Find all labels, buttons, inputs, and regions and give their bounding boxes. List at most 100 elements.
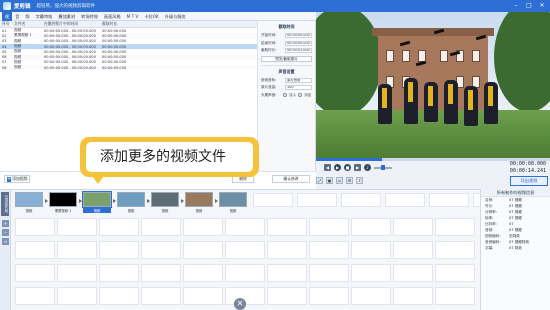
video-preview[interactable] — [316, 12, 550, 158]
stop-icon[interactable]: ■ — [344, 164, 351, 171]
volume-icon[interactable]: ♪ — [364, 164, 371, 171]
col-time[interactable]: 在最终影片中的时间 — [42, 21, 100, 27]
snapshot-icon[interactable]: ▣ — [326, 177, 333, 184]
empty-slot[interactable] — [99, 264, 139, 282]
empty-slot[interactable] — [225, 241, 265, 259]
menu-tab[interactable]: 频 — [22, 12, 32, 21]
next-frame-icon[interactable]: ▶ — [354, 164, 361, 171]
menu-tab[interactable]: 音 — [12, 12, 22, 21]
empty-slot[interactable] — [267, 287, 307, 305]
preview-trim-button[interactable]: 预览/截取原片 — [261, 55, 312, 62]
empty-slot[interactable] — [141, 218, 181, 236]
empty-slot[interactable] — [99, 241, 139, 259]
empty-slot[interactable] — [309, 264, 349, 282]
close-icon[interactable]: ✕ — [538, 2, 546, 10]
col-filename[interactable]: 文件名 — [12, 21, 42, 27]
prev-frame-icon[interactable]: ◀ — [324, 164, 331, 171]
empty-slot[interactable] — [351, 241, 391, 259]
empty-slot[interactable] — [351, 287, 391, 305]
empty-slot[interactable] — [99, 287, 139, 305]
empty-slot[interactable] — [57, 287, 97, 305]
empty-slot[interactable] — [351, 218, 391, 236]
folder-icon[interactable]: ▭ — [336, 177, 343, 184]
add-video-button[interactable]: + 添加视频 — [4, 175, 30, 183]
col-index[interactable]: 序号 — [0, 21, 12, 27]
empty-slot[interactable] — [267, 241, 307, 259]
empty-slot[interactable] — [15, 241, 55, 259]
trim-duration-field[interactable]: 00:00:01.000 — [285, 48, 312, 54]
empty-slot[interactable] — [435, 241, 475, 259]
empty-slot[interactable] — [225, 218, 265, 236]
fullscreen-icon[interactable]: ⤢ — [316, 177, 323, 184]
empty-slot[interactable] — [435, 264, 475, 282]
empty-slot[interactable] — [393, 287, 433, 305]
audio-track-select[interactable]: 原片音轨 — [285, 77, 312, 83]
timeline-track-area[interactable]: 视频 黑屏视频 1 视频 视频 视频 视频 视频 — [13, 190, 513, 310]
start-time-field[interactable]: 00:00:00.000 — [285, 33, 312, 39]
empty-slot[interactable] — [141, 264, 181, 282]
empty-slot[interactable] — [393, 218, 433, 236]
empty-slot[interactable] — [393, 264, 433, 282]
timeline-clip[interactable]: 视频 — [15, 192, 43, 213]
empty-slot[interactable] — [435, 218, 475, 236]
menu-tab[interactable]: 卡拉OK — [141, 12, 161, 21]
empty-slot[interactable] — [99, 218, 139, 236]
empty-slot[interactable] — [351, 264, 391, 282]
table-row[interactable]: 08 视频 00:00:00.000 - 00:00:00.000 00:00:00.… — [0, 65, 257, 71]
empty-slot[interactable] — [141, 241, 181, 259]
export-video-button[interactable]: 导出视频 — [510, 176, 548, 186]
menu-tab[interactable]: 画面风格 — [101, 12, 124, 21]
share-icon[interactable]: ⇪ — [356, 177, 363, 184]
volume-slider[interactable] — [374, 165, 392, 170]
fit-icon[interactable]: ≡ — [2, 238, 9, 245]
fade-out-radio[interactable] — [298, 93, 303, 97]
empty-slot[interactable] — [15, 218, 55, 236]
empty-slot[interactable] — [15, 264, 55, 282]
fade-in-radio[interactable] — [283, 93, 287, 97]
empty-slot[interactable] — [309, 218, 349, 236]
timeline-clip[interactable]: 黑屏视频 1 — [49, 192, 77, 213]
empty-slot[interactable] — [57, 218, 97, 236]
zoom-out-icon[interactable]: − — [2, 229, 9, 236]
empty-slot[interactable] — [253, 193, 293, 207]
empty-slot[interactable] — [385, 193, 425, 207]
minimize-icon[interactable]: – — [512, 2, 520, 10]
empty-slot[interactable] — [225, 264, 265, 282]
empty-slot[interactable] — [183, 241, 223, 259]
empty-slot[interactable] — [183, 287, 223, 305]
menu-tab[interactable]: 字幕特效 — [33, 12, 56, 21]
empty-slot[interactable] — [267, 264, 307, 282]
menu-tab[interactable]: 升级与服务 — [162, 12, 189, 21]
empty-slot[interactable] — [183, 218, 223, 236]
empty-slot[interactable] — [297, 193, 337, 207]
empty-slot[interactable] — [57, 241, 97, 259]
col-duration[interactable]: 截取时长 — [100, 21, 140, 27]
menu-tab[interactable]: 叠加素材 — [55, 12, 78, 21]
menu-tab[interactable]: 转场特效 — [78, 12, 101, 21]
timeline-clip[interactable]: 视频 — [82, 191, 112, 213]
empty-slot[interactable] — [15, 287, 55, 305]
settings-icon[interactable]: ⚙ — [346, 177, 353, 184]
menu-tab[interactable]: M T V — [124, 12, 142, 21]
volume-field[interactable]: 100 — [285, 85, 312, 91]
timeline-clip[interactable]: 视频 — [185, 192, 213, 213]
empty-slot[interactable] — [183, 264, 223, 282]
empty-slot[interactable] — [435, 287, 475, 305]
empty-slot[interactable] — [309, 241, 349, 259]
empty-slot[interactable] — [341, 193, 381, 207]
empty-slot[interactable] — [429, 193, 469, 207]
empty-slot[interactable] — [141, 287, 181, 305]
end-time-field[interactable]: 00:00:00.000 — [285, 40, 312, 46]
empty-slot[interactable] — [267, 218, 307, 236]
confirm-edit-button[interactable]: 确认修改 — [272, 175, 310, 183]
collapse-icon[interactable]: ✕ — [234, 298, 246, 310]
menu-tab[interactable]: 视 — [2, 11, 13, 21]
timeline-clip[interactable]: 视频 — [117, 192, 145, 213]
empty-slot[interactable] — [393, 241, 433, 259]
maximize-icon[interactable]: □ — [525, 2, 533, 10]
empty-slot[interactable] — [57, 264, 97, 282]
empty-slot[interactable] — [309, 287, 349, 305]
timeline-clip[interactable]: 视频 — [219, 192, 247, 213]
play-icon[interactable]: ▶ — [334, 164, 341, 171]
zoom-in-icon[interactable]: + — [2, 220, 9, 227]
